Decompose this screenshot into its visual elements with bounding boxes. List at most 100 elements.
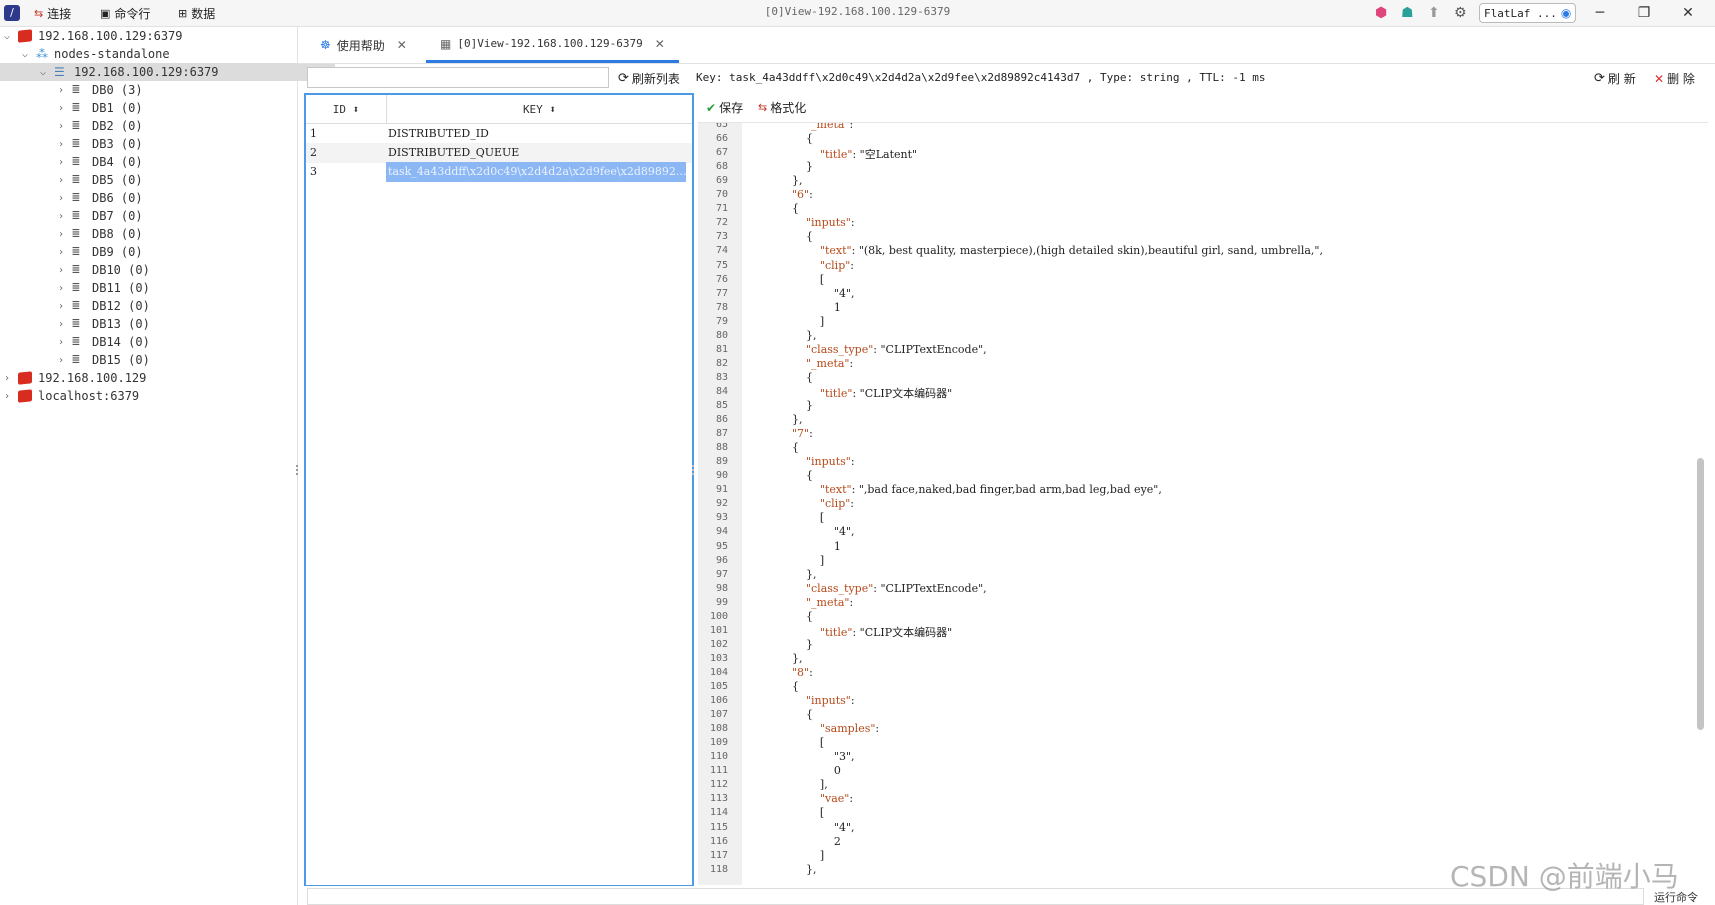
table-row[interactable]: 3 task_4a43ddff\x2d0c49\x2d4d2a\x2d9fee\x… bbox=[306, 162, 692, 182]
tree-item-label: DB12 (0) bbox=[92, 299, 150, 313]
restore-icon[interactable]: ❐ bbox=[1622, 0, 1666, 26]
code-line: "class_type": "CLIPTextEncode", bbox=[805, 581, 987, 595]
key-search-input[interactable] bbox=[307, 67, 609, 88]
tree-item-label: DB9 (0) bbox=[92, 245, 143, 259]
chevron-right-icon[interactable]: › bbox=[56, 121, 66, 132]
editor-scrollbar[interactable] bbox=[1697, 458, 1704, 730]
code-line: [ bbox=[750, 511, 825, 525]
chevron-right-icon[interactable]: › bbox=[56, 139, 66, 150]
close-icon[interactable]: ✕ bbox=[655, 37, 665, 51]
chevron-right-icon[interactable]: › bbox=[2, 373, 12, 384]
line-number: 85 bbox=[715, 400, 728, 411]
app-logo[interactable]: / bbox=[4, 4, 20, 22]
tree-item[interactable]: › 192.168.100.129 bbox=[0, 369, 299, 387]
chevron-right-icon[interactable]: › bbox=[56, 355, 66, 366]
tree-item[interactable]: › ≣ DB10 (0) bbox=[0, 261, 353, 279]
line-number: 70 bbox=[715, 189, 728, 201]
code-line: "7": bbox=[791, 427, 813, 441]
chevron-right-icon[interactable]: › bbox=[56, 283, 66, 294]
chevron-right-icon[interactable]: › bbox=[56, 229, 66, 240]
tree-item[interactable]: ⌵ 192.168.100.129:6379 bbox=[0, 27, 299, 45]
tree-item[interactable]: › ≣ DB15 (0) bbox=[0, 351, 353, 369]
chevron-right-icon[interactable]: › bbox=[56, 319, 66, 330]
code-line: "vae": bbox=[819, 792, 854, 806]
chevron-down-icon[interactable]: ⌵ bbox=[20, 49, 30, 60]
database-icon: ≣ bbox=[72, 316, 80, 331]
close-icon[interactable]: ✕ bbox=[1666, 0, 1710, 26]
tree-item[interactable]: › ≣ DB9 (0) bbox=[0, 243, 353, 261]
tree-item-label: DB15 (0) bbox=[92, 353, 150, 367]
tree-item[interactable]: › ≣ DB14 (0) bbox=[0, 333, 353, 351]
chevron-right-icon[interactable]: › bbox=[56, 103, 66, 114]
command-input[interactable] bbox=[307, 888, 1644, 905]
tree-item[interactable]: › ≣ DB4 (0) bbox=[0, 153, 353, 171]
tree-item-label: DB11 (0) bbox=[92, 281, 150, 295]
line-number: 112 bbox=[709, 779, 728, 791]
table-row[interactable]: 1 DISTRIBUTED_ID bbox=[306, 124, 692, 144]
chevron-right-icon[interactable]: › bbox=[56, 337, 66, 348]
theme-globe-icon: ◉ bbox=[1560, 6, 1572, 20]
tree-item[interactable]: › ≣ DB8 (0) bbox=[0, 225, 353, 243]
chevron-right-icon[interactable]: › bbox=[56, 265, 66, 276]
column-header-key[interactable]: KEY ⬍ bbox=[387, 95, 692, 124]
database-icon: ≣ bbox=[72, 82, 80, 97]
column-header-id[interactable]: ID ⬍ bbox=[306, 95, 387, 124]
command-line-button[interactable]: ▣ 命令行 bbox=[100, 4, 150, 22]
line-number-gutter: 65 66 67 68 69 70 71 72 73 74 75 76 77 78 79 80 81 82 83 84… bbox=[698, 123, 742, 885]
line-number: 82 bbox=[715, 357, 728, 369]
minimize-icon[interactable]: ─ bbox=[1578, 0, 1622, 26]
chevron-right-icon[interactable]: › bbox=[56, 193, 66, 204]
tab-view[interactable]: ▦ [0]View-192.168.100.129-6379 ✕ bbox=[426, 27, 679, 63]
tree-item[interactable]: › ≣ DB11 (0) bbox=[0, 279, 353, 297]
watermark: CSDN @前端小马 bbox=[1450, 860, 1679, 893]
tree-splitter[interactable] bbox=[296, 465, 302, 475]
refresh-list-button[interactable]: ⟳ 刷新列表 bbox=[618, 70, 680, 87]
tree-item[interactable]: › localhost:6379 bbox=[0, 387, 299, 405]
theme-label: FlatLaf ... bbox=[1484, 6, 1557, 20]
upload-icon[interactable]: ⬆ bbox=[1428, 4, 1440, 22]
line-number: 118 bbox=[709, 863, 728, 875]
line-number: 83 bbox=[715, 371, 728, 383]
tree-item[interactable]: › ≣ DB1 (0) bbox=[0, 99, 353, 117]
user-icon[interactable]: ☗ bbox=[1401, 4, 1414, 22]
connect-button[interactable]: ⇆ 连接 bbox=[34, 4, 71, 22]
tree-item[interactable]: › ≣ DB13 (0) bbox=[0, 315, 353, 333]
tree-item[interactable]: › ≣ DB6 (0) bbox=[0, 189, 353, 207]
code-line: } bbox=[750, 160, 813, 174]
tree-item[interactable]: ⌵ ☰ 192.168.100.129:6379 bbox=[0, 63, 335, 81]
tree-item[interactable]: › ≣ DB5 (0) bbox=[0, 171, 353, 189]
chevron-right-icon[interactable]: › bbox=[56, 157, 66, 168]
chevron-down-icon[interactable]: ⌵ bbox=[2, 31, 12, 42]
chevron-right-icon[interactable]: › bbox=[56, 301, 66, 312]
gear-icon[interactable]: ⚙ bbox=[1454, 4, 1467, 22]
table-splitter[interactable] bbox=[692, 465, 698, 475]
refresh-button[interactable]: ⟳ 刷 新 bbox=[1594, 70, 1636, 87]
chevron-down-icon[interactable]: ⌵ bbox=[38, 67, 48, 78]
save-button[interactable]: ✔ 保存 bbox=[706, 99, 743, 116]
chevron-right-icon[interactable]: › bbox=[56, 247, 66, 258]
table-row[interactable]: 2 DISTRIBUTED_QUEUE bbox=[306, 143, 692, 163]
row-key: DISTRIBUTED_ID bbox=[388, 127, 489, 140]
chevron-right-icon[interactable]: › bbox=[56, 211, 66, 222]
chevron-right-icon[interactable]: › bbox=[56, 175, 66, 186]
database-icon: ≣ bbox=[72, 172, 80, 187]
close-icon[interactable]: ✕ bbox=[397, 38, 407, 52]
code-line: { bbox=[750, 441, 799, 455]
code-line: }, bbox=[750, 567, 817, 581]
tree-item[interactable]: › ≣ DB2 (0) bbox=[0, 117, 353, 135]
chevron-right-icon[interactable]: › bbox=[56, 85, 66, 96]
tab-help[interactable]: ☸ 使用帮助 ✕ bbox=[306, 27, 421, 63]
data-button[interactable]: ⊞ 数据 bbox=[178, 4, 215, 22]
chevron-right-icon[interactable]: › bbox=[2, 391, 12, 402]
redis-icon bbox=[18, 371, 32, 385]
tree-item[interactable]: › ≣ DB12 (0) bbox=[0, 297, 353, 315]
json-editor[interactable]: 65 66 67 68 69 70 71 72 73 74 75 76 77 78 79 80 81 82 83 84… bbox=[698, 122, 1708, 885]
tree-item[interactable]: › ≣ DB7 (0) bbox=[0, 207, 353, 225]
tree-item[interactable]: › ≣ DB3 (0) bbox=[0, 135, 353, 153]
delete-button[interactable]: ✕ 删 除 bbox=[1654, 70, 1695, 87]
cube-icon[interactable]: ⬢ bbox=[1375, 4, 1387, 22]
tree-item[interactable]: ⌵ ⁂ nodes-standalone bbox=[0, 45, 317, 63]
format-button[interactable]: ⇆ 格式化 bbox=[758, 99, 806, 116]
theme-selector[interactable]: FlatLaf ... ◉ bbox=[1479, 3, 1577, 23]
line-number: 69 bbox=[715, 175, 728, 187]
